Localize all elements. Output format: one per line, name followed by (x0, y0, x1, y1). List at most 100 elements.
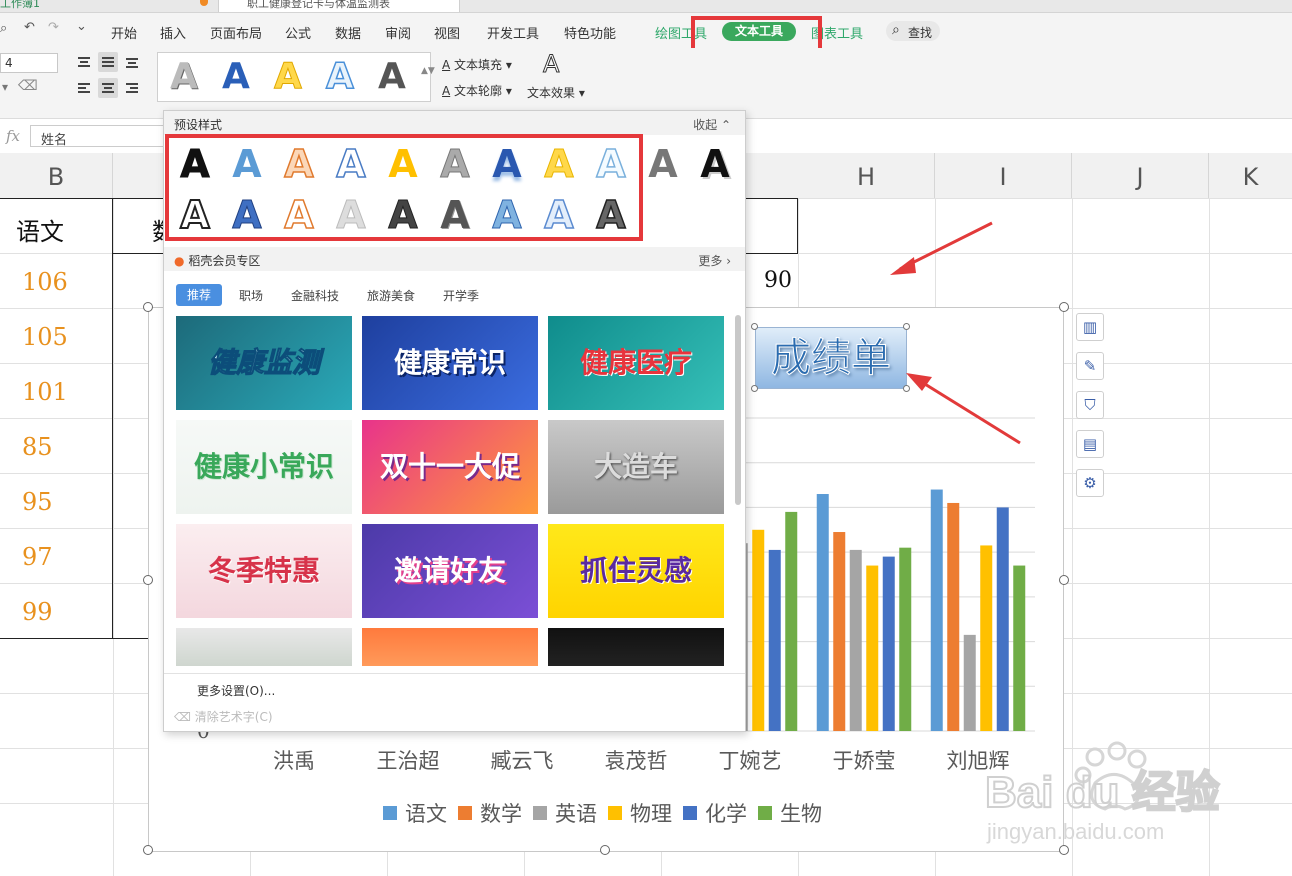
column-j-header[interactable]: J (1072, 153, 1209, 198)
cell-b-value[interactable]: 106 (22, 268, 68, 296)
bar-生物-丁婉艺[interactable] (785, 511, 798, 731)
column-i-header[interactable]: I (935, 153, 1072, 198)
gallery-style-5[interactable]: A (378, 55, 406, 99)
menu-review[interactable]: 审阅 (385, 23, 411, 42)
cell-b-header[interactable]: 语文 (16, 212, 64, 247)
menu-formula[interactable]: 公式 (285, 23, 311, 42)
more-settings-item[interactable]: 更多设置(O)... (197, 682, 275, 699)
bar-化学-丁婉艺[interactable] (768, 549, 781, 731)
menu-data[interactable]: 数据 (335, 23, 361, 42)
bar-化学-刘旭辉[interactable] (996, 507, 1009, 731)
chart-resize-handle[interactable] (1059, 302, 1069, 312)
bar-数学-刘旭辉[interactable] (947, 502, 960, 731)
column-h-header[interactable]: H (798, 153, 935, 198)
align-top-button[interactable] (74, 52, 94, 72)
title-handle-bl[interactable] (751, 385, 758, 392)
preset-style-r1-10[interactable]: A (638, 144, 688, 184)
formula-input[interactable]: 姓名 (30, 125, 170, 148)
eraser-icon[interactable]: ⌫ (18, 78, 38, 94)
chart-resize-handle[interactable] (1059, 575, 1069, 585)
chevron-down-icon[interactable]: ▾ (2, 80, 8, 94)
cell-b-value[interactable]: 105 (22, 323, 68, 351)
chart-type-button[interactable]: ▤ (1076, 430, 1104, 458)
menu-special[interactable]: 特色功能 (564, 23, 616, 42)
bar-物理-刘旭辉[interactable] (980, 545, 993, 731)
align-bottom-button[interactable] (122, 52, 142, 72)
bar-数学-于娇莹[interactable] (833, 532, 846, 731)
gallery-style-2[interactable]: A (222, 55, 250, 99)
preset-style-r1-11[interactable]: A (690, 144, 740, 184)
bar-生物-刘旭辉[interactable] (1013, 565, 1026, 731)
bar-物理-于娇莹[interactable] (866, 565, 879, 731)
bar-语文-刘旭辉[interactable] (930, 489, 943, 731)
menu-start[interactable]: 开始 (111, 23, 137, 42)
template-tile[interactable]: 冬季特惠 (176, 524, 352, 618)
cell-b-value[interactable]: 97 (22, 543, 53, 571)
gallery-more-icon[interactable]: ▲▼ (421, 66, 435, 76)
template-tile[interactable]: 健康医疗 (548, 316, 724, 410)
template-tile[interactable]: 大造车 (548, 420, 724, 514)
cell-g-value[interactable]: 90 (764, 268, 792, 293)
align-center-button[interactable] (98, 78, 118, 98)
column-k-header[interactable]: K (1209, 153, 1292, 198)
bar-物理-丁婉艺[interactable] (752, 529, 765, 731)
text-fill-button[interactable]: A 文本填充 ▾ (442, 56, 512, 73)
bar-英语-刘旭辉[interactable] (963, 634, 976, 731)
chart-elements-button[interactable]: ▥ (1076, 313, 1104, 341)
template-tile[interactable] (548, 628, 724, 666)
align-left-button[interactable] (74, 78, 94, 98)
template-tile[interactable]: 双十一大促 (362, 420, 538, 514)
chart-style-button[interactable]: ✎ (1076, 352, 1104, 380)
cell-b-value[interactable]: 101 (22, 378, 68, 406)
gallery-style-1[interactable]: A (170, 55, 198, 99)
panel-scrollbar[interactable] (735, 315, 741, 505)
menu-insert[interactable]: 插入 (160, 23, 186, 42)
template-tile[interactable]: 健康常识 (362, 316, 538, 410)
template-tile[interactable] (176, 628, 352, 666)
category-back-to-school[interactable]: 开学季 (443, 287, 479, 304)
dropdown-icon[interactable]: ⌄ (76, 19, 87, 34)
undo-icon[interactable]: ↶ (24, 20, 35, 35)
text-effect-button[interactable]: 文本效果 ▾ (527, 84, 585, 101)
chart-resize-handle[interactable] (143, 845, 153, 855)
redo-icon[interactable]: ↷ (48, 20, 59, 35)
collapse-button[interactable]: 收起 ⌃ (693, 116, 731, 133)
category-workplace[interactable]: 职场 (239, 287, 263, 304)
clear-art-item[interactable]: ⌫ 清除艺术字(C) (174, 708, 273, 725)
more-button[interactable]: 更多 › (698, 252, 731, 269)
template-tile[interactable]: 健康监测 (176, 316, 352, 410)
category-travel-food[interactable]: 旅游美食 (367, 287, 415, 304)
chart-resize-handle[interactable] (143, 575, 153, 585)
align-right-button[interactable] (122, 78, 142, 98)
title-handle-tl[interactable] (751, 323, 758, 330)
chart-filter-button[interactable]: ⛉ (1076, 391, 1104, 419)
cell-b-value[interactable]: 95 (22, 488, 53, 516)
bar-语文-于娇莹[interactable] (816, 494, 829, 731)
gallery-style-3[interactable]: A (274, 55, 303, 99)
template-tile[interactable]: 邀请好友 (362, 524, 538, 618)
search-doc-icon[interactable]: ⌕ (0, 21, 7, 36)
menu-developer[interactable]: 开发工具 (487, 23, 539, 42)
bar-化学-于娇莹[interactable] (882, 556, 895, 731)
align-middle-button[interactable] (98, 52, 118, 72)
chart-settings-button[interactable]: ⚙ (1076, 469, 1104, 497)
template-tile[interactable]: 健康小常识 (176, 420, 352, 514)
search-button[interactable]: ⌕ 查找 (886, 21, 940, 41)
cell-b-value[interactable]: 99 (22, 598, 53, 626)
menu-view[interactable]: 视图 (434, 23, 460, 42)
chart-resize-handle[interactable] (600, 845, 610, 855)
bar-英语-于娇莹[interactable] (849, 549, 862, 731)
document-tab[interactable]: 职工健康登记卡与体温监测表 (218, 0, 460, 12)
cell-b-value[interactable]: 85 (22, 433, 53, 461)
fx-icon[interactable]: fx (6, 127, 20, 145)
menu-page-layout[interactable]: 页面布局 (210, 23, 262, 42)
category-recommend[interactable]: 推荐 (176, 284, 222, 306)
workbook-tab[interactable]: 工作簿1 (0, 0, 40, 11)
template-tile[interactable] (362, 628, 538, 666)
bar-生物-于娇莹[interactable] (899, 547, 912, 731)
text-outline-button[interactable]: A 文本轮廓 ▾ (442, 82, 512, 99)
font-size-input[interactable]: 4 (0, 53, 58, 73)
gallery-style-4[interactable]: A (325, 55, 354, 99)
category-fintech[interactable]: 金融科技 (291, 287, 339, 304)
template-tile[interactable]: 抓住灵感 (548, 524, 724, 618)
